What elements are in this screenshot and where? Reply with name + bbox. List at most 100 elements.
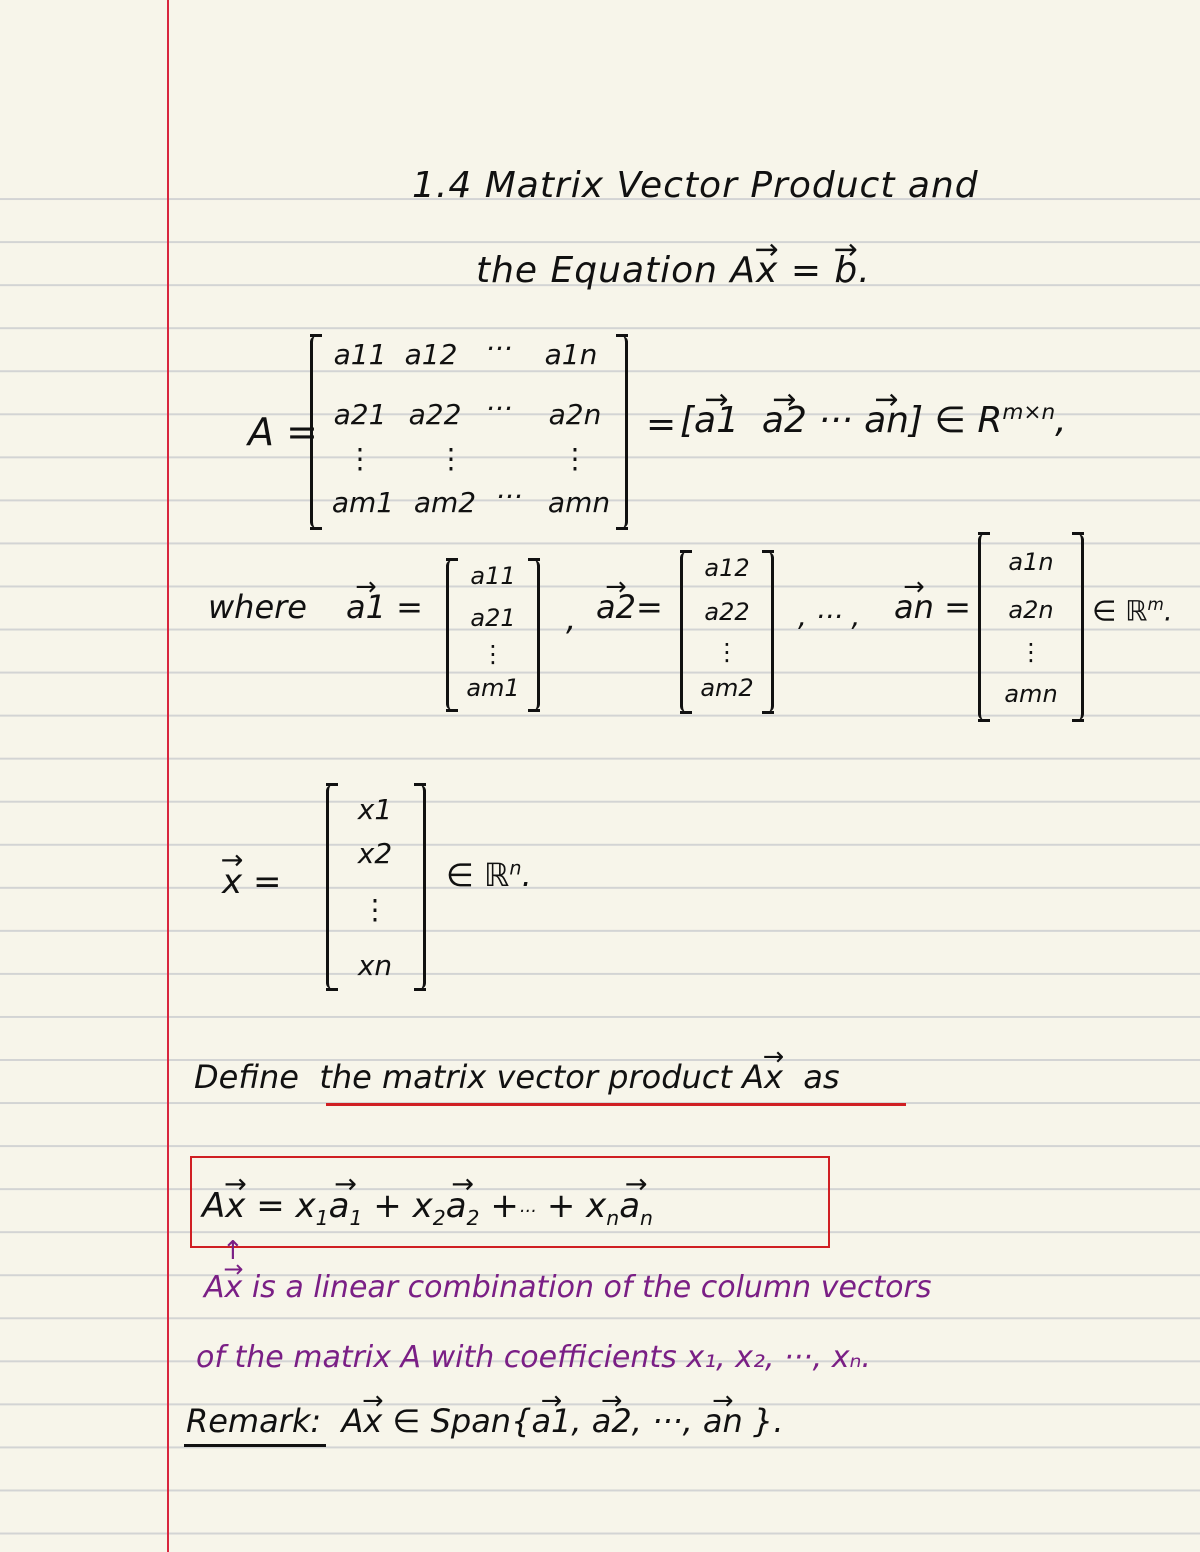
plus: +: [373, 1186, 402, 1226]
term-vec-letter: a: [328, 1186, 350, 1226]
open-bracket: [: [680, 400, 695, 441]
cell-vdots: ⋮: [346, 442, 374, 475]
definition-underlined-text: the matrix vector product A: [319, 1058, 764, 1096]
remark-A: A: [341, 1402, 364, 1440]
cell-dots: ···: [495, 480, 523, 513]
ellipsis: ···: [518, 1201, 536, 1222]
margin-line: [167, 0, 169, 1552]
entry: ⋮: [715, 638, 739, 666]
entry-xn: xn: [357, 949, 393, 982]
membership-symbol: ∈ ℝ: [446, 856, 510, 894]
remark-an: an: [703, 1402, 743, 1440]
term-vec: a2: [446, 1186, 480, 1230]
matrix-A-label: A =: [248, 410, 318, 454]
sep: ,: [571, 1402, 592, 1440]
as-word: as: [803, 1058, 840, 1096]
x-name: x: [222, 862, 242, 902]
entry: a1n: [1008, 548, 1054, 576]
define-word: Define: [194, 1058, 299, 1096]
entry-vdots: ⋮: [361, 893, 389, 926]
cell-a22: a22: [408, 398, 462, 431]
period: .: [1163, 594, 1173, 628]
cell-a11: a11: [333, 338, 387, 371]
annotation-text: is a linear combination of the column ve…: [242, 1270, 932, 1305]
a1-name: a1: [346, 588, 386, 626]
cell-am2: am2: [413, 486, 477, 519]
vector-a1-label: a1 =: [346, 588, 423, 626]
term-vec: a1: [329, 1186, 363, 1230]
entry: a22: [704, 598, 750, 626]
entry: amn: [1004, 680, 1058, 708]
entry-x2: x2: [357, 837, 393, 870]
red-underline: [326, 1103, 906, 1106]
term-coef: x: [412, 1186, 433, 1226]
eq-equals: =: [256, 1186, 285, 1226]
section-subtitle: the Equation Ax = b.: [476, 250, 871, 291]
term-coef-sub: 2: [432, 1205, 446, 1230]
term-coef-sub: 1: [315, 1205, 329, 1230]
sep: ,: [682, 1402, 703, 1440]
remark-ellipsis: ···: [652, 1402, 683, 1440]
entry: a2n: [1008, 596, 1054, 624]
remark-span: ∈ Span{: [382, 1402, 532, 1440]
remark-close: }.: [752, 1402, 784, 1440]
cell-vdots: ⋮: [561, 442, 589, 475]
cell-a2n: a2n: [548, 398, 602, 431]
term-vec-letter: a: [445, 1186, 467, 1226]
dimension-mxn: m×n: [1002, 400, 1056, 425]
entry: ⋮: [481, 640, 505, 668]
term-vec-sub: n: [640, 1205, 653, 1230]
subtitle-period: .: [858, 250, 871, 291]
eq-x-vector: x: [225, 1186, 245, 1226]
vector-an-label: an =: [894, 588, 971, 626]
column-vector-an: a1n a2n ⋮ amn: [978, 532, 1084, 722]
term-vec-letter: a: [619, 1186, 641, 1226]
plus: +: [546, 1186, 576, 1226]
subtitle-x-vector: x: [756, 250, 778, 291]
cell-am1: am1: [331, 486, 395, 519]
annotation-x-vector: x: [225, 1270, 243, 1305]
column-vector-a2: a12 a22 ⋮ am2: [680, 550, 774, 714]
term-coef: x: [586, 1186, 607, 1226]
entry: a11: [470, 562, 516, 590]
col-a2: a2: [762, 400, 807, 441]
cell-dots: ···: [485, 332, 513, 365]
membership-Rn: ∈ ℝn.: [446, 856, 532, 894]
boxed-equation: Ax = x1a1 + x2a2 +··· + xnan: [202, 1186, 653, 1230]
an-name: an: [894, 588, 934, 626]
subtitle-text: the Equation: [476, 250, 731, 291]
trailing-comma: ,: [1055, 400, 1067, 441]
remark-a1: a1: [531, 1402, 571, 1440]
vector-x-matrix: x1 x2 ⋮ xn: [326, 783, 426, 991]
remark-line: Remark: Ax ∈ Span{a1, a2, ···, an }.: [186, 1402, 784, 1440]
term-vec-sub: 2: [466, 1205, 480, 1230]
column-vector-a1: a11 a21 ⋮ am1: [446, 558, 540, 712]
column-form: [a1 a2 ··· an] ∈ Rm×n,: [680, 400, 1067, 441]
cell-a1n: a1n: [544, 338, 598, 371]
term-vec: an: [619, 1186, 653, 1230]
definition-x-vector: x: [764, 1058, 783, 1096]
annotation-line-1: Ax is a linear combination of the column…: [204, 1270, 931, 1305]
where-label: where: [208, 588, 307, 626]
dimension-n: n: [509, 856, 522, 880]
cell-dots: ···: [485, 392, 513, 425]
vector-a2-label: a2=: [596, 588, 663, 626]
separator: ,: [566, 600, 577, 638]
section-title: 1.4 Matrix Vector Product and: [412, 165, 979, 206]
col-an: an: [864, 400, 909, 441]
x-equals: =: [252, 862, 282, 902]
cell-amn: amn: [547, 486, 611, 519]
membership-R: ∈ R: [934, 400, 1003, 441]
a2-name: a2: [596, 588, 636, 626]
definition-line: Define the matrix vector product Ax as: [194, 1058, 840, 1096]
remark-underline: [184, 1444, 326, 1447]
cell-a21: a21: [333, 398, 387, 431]
cell-vdots: ⋮: [437, 442, 465, 475]
close-bracket: ]: [909, 400, 924, 441]
eq-A: A: [202, 1186, 226, 1226]
period: .: [521, 856, 532, 894]
membership-Rm: ∈ ℝm.: [1092, 594, 1173, 627]
entry: am2: [700, 674, 754, 702]
subtitle-equals: =: [790, 250, 835, 291]
col-dots: ···: [818, 400, 853, 441]
